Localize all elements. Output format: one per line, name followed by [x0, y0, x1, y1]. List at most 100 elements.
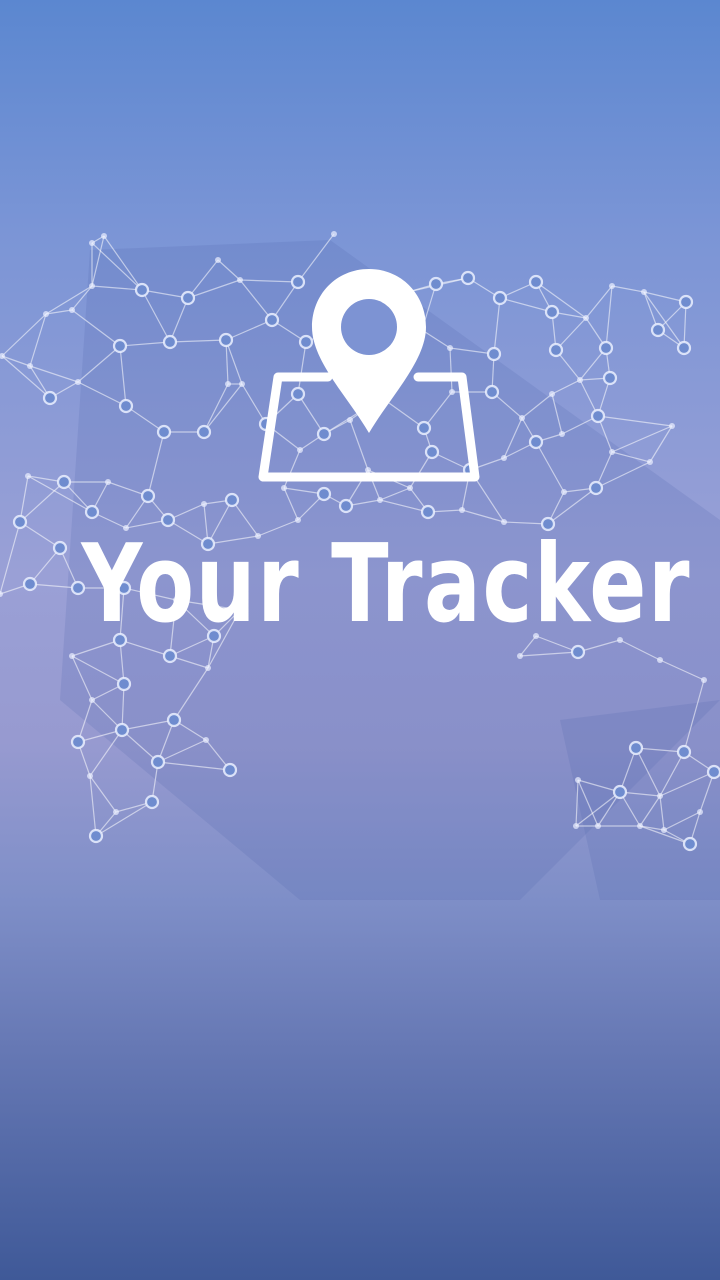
network-node [588, 480, 604, 496]
network-link [19, 481, 65, 523]
network-node [420, 504, 436, 520]
network-node [239, 381, 245, 387]
app-title: Your Tracker [81, 522, 692, 647]
network-node [701, 677, 707, 683]
network-node [56, 474, 72, 490]
network-node [88, 828, 104, 844]
network-node [12, 514, 28, 530]
network-link [611, 285, 645, 293]
network-node [281, 485, 287, 491]
network-node [676, 744, 692, 760]
network-node [676, 340, 692, 356]
network-node [706, 764, 720, 780]
network-node [519, 415, 525, 421]
network-node [682, 836, 698, 852]
network-node [205, 665, 211, 671]
network-node [101, 233, 107, 239]
network-node [87, 773, 93, 779]
network-node [486, 346, 502, 362]
network-node [22, 576, 38, 592]
network-node [590, 408, 606, 424]
network-node [678, 294, 694, 310]
network-node [69, 307, 75, 313]
network-node [118, 398, 134, 414]
network-link [95, 801, 153, 837]
network-node [203, 737, 209, 743]
network-node [218, 332, 234, 348]
network-node [407, 485, 413, 491]
network-node [89, 697, 95, 703]
network-node [549, 391, 555, 397]
network-node [215, 257, 221, 263]
network-node [637, 823, 643, 829]
network-node [25, 473, 31, 479]
network-node [144, 794, 160, 810]
network-node [559, 431, 565, 437]
network-node [75, 379, 81, 385]
network-node [602, 370, 618, 386]
network-node [196, 424, 212, 440]
network-link [1, 355, 31, 367]
network-node [377, 497, 383, 503]
network-node [528, 434, 544, 450]
network-node [577, 377, 583, 383]
network-link [551, 379, 581, 395]
network-node [156, 424, 172, 440]
network-node [609, 283, 615, 289]
network-link [499, 297, 553, 313]
network-node [105, 479, 111, 485]
network-link [1, 355, 51, 399]
network-node [0, 591, 3, 597]
network-node [598, 340, 614, 356]
network-node [113, 809, 119, 815]
network-node [548, 342, 564, 358]
network-node [237, 277, 243, 283]
network-node [70, 734, 86, 750]
network-link [89, 775, 117, 813]
network-node [27, 363, 33, 369]
network-node [89, 240, 95, 246]
network-node [134, 282, 150, 298]
network-link [89, 775, 97, 837]
network-node [43, 311, 49, 317]
network-node [647, 459, 653, 465]
network-node [116, 676, 132, 692]
network-node [517, 653, 523, 659]
network-node [225, 381, 231, 387]
network-node [595, 823, 601, 829]
network-node [52, 540, 68, 556]
network-node [657, 657, 663, 663]
network-node [501, 455, 507, 461]
network-node [628, 740, 644, 756]
network-node [528, 274, 544, 290]
network-node [69, 653, 75, 659]
network-node [612, 784, 628, 800]
network-node [573, 823, 579, 829]
network-node [650, 322, 666, 338]
network-link [29, 365, 79, 383]
network-link [19, 521, 61, 549]
network-node [492, 290, 508, 306]
network-node [338, 498, 354, 514]
network-node [201, 501, 207, 507]
network-node [544, 304, 560, 320]
network-node [224, 492, 240, 508]
splash-screen: Your Tracker [0, 0, 720, 1280]
network-node [661, 827, 667, 833]
network-node [697, 809, 703, 815]
network-node [222, 762, 238, 778]
network-link [493, 297, 501, 355]
network-link [611, 425, 673, 453]
network-node [140, 488, 156, 504]
network-node [112, 338, 128, 354]
network-link [45, 285, 93, 315]
network-node [484, 384, 500, 400]
network-node [114, 722, 130, 738]
network-node [84, 504, 100, 520]
network-link [597, 415, 673, 427]
network-link [0, 521, 21, 595]
network-node [669, 423, 675, 429]
network-link [605, 285, 613, 349]
network-link [535, 281, 587, 319]
network-node [459, 507, 465, 513]
